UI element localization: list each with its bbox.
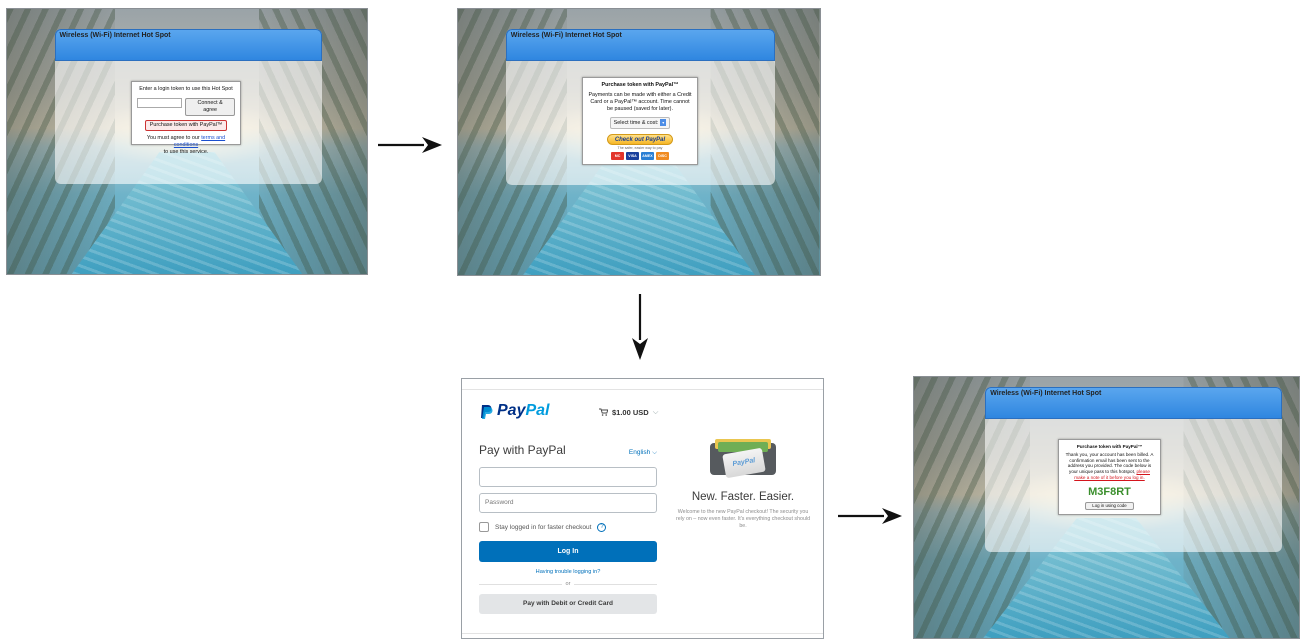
paypal-logo: PayPal (480, 402, 549, 420)
mastercard-icon: MC (611, 151, 624, 160)
connect-agree-button[interactable]: Connect & agree (185, 98, 235, 116)
hotspot-title: Wireless (Wi-Fi) Internet Hot Spot (510, 31, 622, 39)
hotspot-title: Wireless (Wi-Fi) Internet Hot Spot (990, 390, 1102, 398)
or-divider: or (479, 581, 657, 589)
select-time-label: Select time & cost: (613, 119, 659, 126)
cart-summary[interactable]: $1.00 USD ⌵ (599, 407, 658, 417)
token-input[interactable] (137, 98, 183, 108)
paypal-checkout-button[interactable]: Check out PayPal (607, 133, 673, 145)
visa-icon: VISA (626, 151, 639, 160)
code-heading: Purchase token with PayPal™ (1076, 444, 1143, 449)
purchase-token-button[interactable]: Purchase token with PayPal™ (144, 120, 228, 131)
arrow-down-icon (632, 294, 648, 360)
login-token-card: Enter a login token to use this Hot Spot… (131, 81, 241, 155)
hotspot-purchase-screen: Wireless (Wi-Fi) Internet Hot Spot Purch… (457, 8, 821, 276)
trouble-logging-in-link[interactable]: Having trouble logging in? (479, 569, 657, 575)
paypal-logo-part1: Pay (497, 402, 526, 419)
hotspot-title: Wireless (Wi-Fi) Internet Hot Spot (59, 31, 171, 39)
hotspot-login-screen: Wireless (Wi-Fi) Internet Hot Spot Enter… (6, 8, 368, 275)
stay-logged-in-checkbox[interactable] (479, 522, 489, 532)
password-field[interactable]: Password (479, 493, 657, 513)
stay-logged-in-label: Stay logged in for faster checkout (495, 523, 592, 531)
purchase-heading: Purchase token with PayPal™ (601, 82, 679, 88)
email-field[interactable] (479, 467, 657, 487)
token-code-card: Purchase token with PayPal™ Thank you, y… (1058, 439, 1161, 515)
hotspot-code-screen: Wireless (Wi-Fi) Internet Hot Spot Purch… (913, 376, 1300, 639)
cart-amount: $1.00 USD (612, 407, 649, 417)
paypal-p-icon (481, 404, 493, 419)
paypal-logo-part2: Pal (525, 402, 550, 419)
promo-description: Welcome to the new PayPal checkout! The … (675, 509, 811, 529)
paypal-login-screen: PayPal $1.00 USD ⌵ Pay with PayPal Engli… (461, 378, 824, 639)
language-selector[interactable]: English ⌵ (629, 449, 657, 457)
help-icon[interactable]: ? (597, 522, 607, 532)
login-using-code-button[interactable]: Log in using code (1085, 501, 1134, 510)
paypal-login-form: Pay with PayPal English ⌵ Password Stay … (479, 443, 657, 614)
pay-with-card-button[interactable]: Pay with Debit or Credit Card (479, 594, 657, 614)
hotspot-title-bar: Wireless (Wi-Fi) Internet Hot Spot (505, 28, 775, 61)
arrow-right-icon (378, 137, 442, 153)
amex-icon: AMEX (641, 151, 654, 160)
chevron-down-icon: ▾ (660, 119, 667, 126)
agree-prefix: You must agree to our (146, 135, 200, 141)
purchase-body: Payments can be made with either a Credi… (588, 92, 692, 112)
pay-with-paypal-heading: Pay with PayPal (479, 443, 566, 457)
paypal-promo: PayPal New. Faster. Easier. Welcome to t… (674, 437, 812, 529)
chevron-down-icon: ⌵ (652, 449, 657, 456)
hotspot-title-bar: Wireless (Wi-Fi) Internet Hot Spot (54, 28, 322, 61)
cart-icon (599, 408, 608, 416)
select-time-cost[interactable]: Select time & cost: ▾ (609, 117, 671, 129)
agree-suffix: to use this service. (163, 149, 209, 155)
wallet-icon: PayPal (710, 437, 776, 479)
token-prompt: Enter a login token to use this Hot Spot (139, 86, 233, 92)
promo-tagline: New. Faster. Easier. (691, 491, 795, 503)
discover-icon: DISC (656, 151, 669, 160)
chevron-down-icon: ⌵ (652, 407, 659, 416)
hotspot-title-bar: Wireless (Wi-Fi) Internet Hot Spot (985, 387, 1282, 420)
purchase-token-card: Purchase token with PayPal™ Payments can… (582, 77, 698, 165)
token-code: M3F8RT (1088, 485, 1131, 498)
safer-text: The safer, easier way to pay (617, 145, 663, 150)
card-logos: MC VISA AMEX DISC (588, 151, 692, 160)
arrow-right-icon (838, 508, 902, 524)
login-button[interactable]: Log In (479, 541, 657, 562)
